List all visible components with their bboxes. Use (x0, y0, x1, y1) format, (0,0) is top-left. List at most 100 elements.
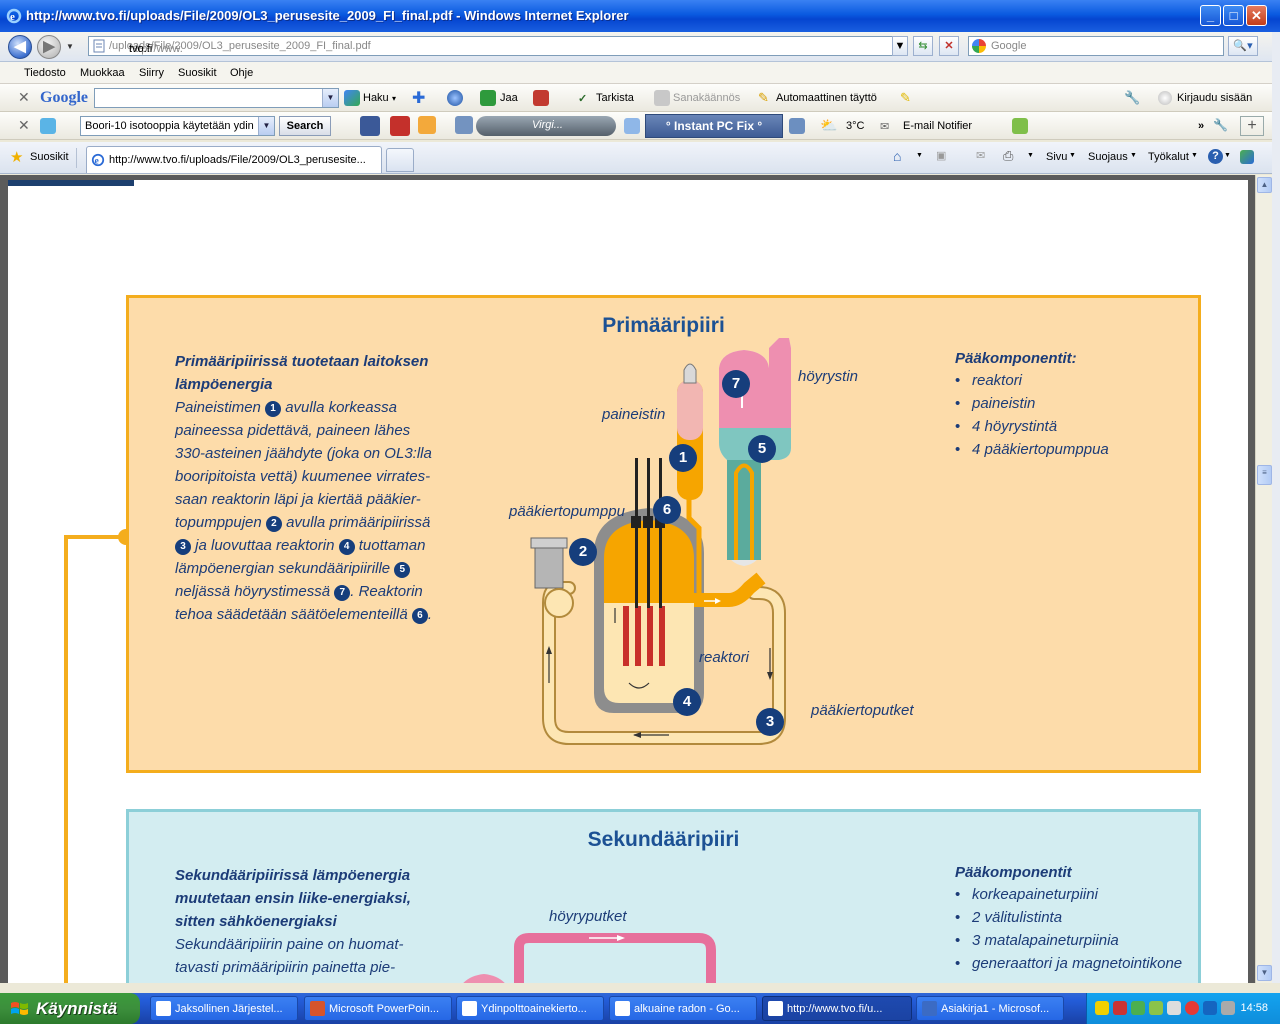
page-menu[interactable]: Sivu (1046, 151, 1067, 163)
taskbar-item-active[interactable]: http://www.tvo.fi/u... (762, 996, 912, 1021)
menu-go[interactable]: Siirry (139, 67, 164, 79)
network-icon[interactable] (1167, 1001, 1181, 1015)
tray-icon[interactable] (1095, 1001, 1109, 1015)
weather-temp[interactable]: 3°C (846, 120, 864, 132)
windows-logo-icon (11, 1002, 28, 1015)
search-input[interactable]: Google (968, 36, 1224, 56)
taskbar-item[interactable]: Microsoft PowerPoin... (304, 996, 452, 1021)
bluetooth-icon[interactable] (1185, 1001, 1199, 1015)
more-chevron-icon[interactable]: » (1198, 120, 1204, 132)
media-icon[interactable] (418, 116, 436, 134)
label-hoyrystin: höyrystin (798, 368, 859, 385)
marker-1: 1 (669, 444, 697, 472)
scroll-thumb[interactable]: ≡ (1257, 465, 1272, 485)
outer-scrollbar[interactable] (1272, 32, 1280, 983)
globe-icon[interactable] (447, 90, 463, 106)
favorites-button[interactable]: Suosikit (30, 151, 69, 163)
window-title: http://www.tvo.fi/uploads/File/2009/OL3_… (26, 8, 629, 23)
safety-menu[interactable]: Suojaus (1088, 151, 1128, 163)
ie-icon (768, 1001, 783, 1016)
mail-icon[interactable]: ✉ (976, 149, 985, 162)
taskbar-item[interactable]: Jaksollinen Järjestel... (150, 996, 298, 1021)
vertical-scrollbar[interactable]: ▲ ≡ ▼ (1255, 175, 1272, 983)
close-toolbar2-icon[interactable]: ✕ (18, 117, 30, 134)
marker-badge: 4 (338, 539, 355, 555)
google-toolbar: ✕ Google ▼ Haku ▾ ✚ Jaa ✓ Tarkista Sanak… (0, 84, 1280, 112)
close-button[interactable]: ✕ (1246, 5, 1267, 26)
translate-icon[interactable] (533, 90, 549, 106)
stop-icon[interactable]: ✕ (939, 36, 959, 56)
favorites-star-icon: ★ (10, 149, 24, 166)
taskbar-item[interactable]: Asiakirja1 - Microsof... (916, 996, 1064, 1021)
forward-button[interactable]: ▶ (37, 35, 61, 59)
wrench-icon[interactable]: 🔧 (1124, 90, 1140, 106)
tools-menu[interactable]: Työkalut (1148, 151, 1189, 163)
jaa-button[interactable]: Jaa (500, 92, 518, 104)
add-toolbar-icon[interactable]: + (1240, 116, 1264, 136)
smiley-icon[interactable] (624, 118, 640, 134)
clock[interactable]: 14:58 (1240, 1002, 1268, 1014)
scroll-up-button[interactable]: ▲ (1257, 177, 1272, 193)
dictionary-icon (654, 90, 670, 106)
tarkista-button[interactable]: Tarkista (596, 92, 634, 104)
feeds-icon[interactable]: ▣ (936, 149, 946, 162)
addon-logo-icon (40, 118, 56, 134)
search-button[interactable]: Search (279, 116, 331, 136)
label-paakiertopumppu: pääkiertopumppu (509, 503, 625, 520)
label-reaktori: reaktori (699, 649, 750, 666)
print-icon[interactable]: ⎙ (1003, 148, 1013, 164)
address-dropdown-icon[interactable]: ▼ (892, 36, 908, 56)
addon-search-field[interactable]: Boori-10 isotooppia käytetään ydin ▼ (80, 116, 275, 136)
email-notifier-button[interactable]: E-mail Notifier (903, 120, 972, 132)
component-item: 4 pääkiertopumppua (955, 441, 1109, 464)
instant-pc-fix-button[interactable]: ° Instant PC Fix ° (645, 114, 783, 138)
tray-icon[interactable] (1203, 1001, 1217, 1015)
primary-circuit-panel: Primääripiiri Primääripiirissä tuotetaan… (126, 295, 1201, 773)
scroll-down-button[interactable]: ▼ (1257, 965, 1272, 981)
tray-icon[interactable] (1131, 1001, 1145, 1015)
plus-icon[interactable]: ✚ (412, 88, 425, 108)
new-tab-button[interactable] (386, 148, 414, 172)
tray-icon[interactable] (1113, 1001, 1127, 1015)
google-search-field[interactable]: ▼ (94, 88, 339, 108)
close-toolbar-icon[interactable]: ✕ (18, 89, 30, 106)
start-button[interactable]: Käynnistä (0, 993, 140, 1024)
taskbar: Käynnistä Jaksollinen Järjestel... Micro… (0, 993, 1280, 1024)
marker-badge: 5 (394, 562, 411, 578)
home-icon[interactable]: ⌂ (893, 148, 901, 164)
research-icon[interactable] (1240, 150, 1254, 164)
minimize-button[interactable]: _ (1200, 5, 1221, 26)
status-bar (0, 983, 1280, 993)
sanakaannos-button[interactable]: Sanakäännös (673, 92, 740, 104)
login-button[interactable]: Kirjaudu sisään (1177, 92, 1252, 104)
volume-icon[interactable] (1221, 1001, 1235, 1015)
taskbar-item[interactable]: alkuaine radon - Go... (609, 996, 757, 1021)
address-input[interactable]: http://www. tvo.fi/uploads/File/2009/OL3_… (88, 36, 908, 56)
addon-icon[interactable] (455, 116, 473, 134)
screenshot-icon[interactable] (789, 118, 805, 134)
help-icon[interactable]: ? (1208, 149, 1223, 164)
menu-favorites[interactable]: Suosikit (178, 67, 217, 79)
addon-green-icon[interactable] (1012, 118, 1028, 134)
marker-3: 3 (756, 708, 784, 736)
search-go-icon[interactable]: 🔍▾ (1228, 36, 1258, 56)
menu-file[interactable]: Tiedosto (24, 67, 66, 79)
toolbar-options-icon[interactable]: 🔧 (1213, 118, 1228, 132)
powerpoint-icon (310, 1001, 325, 1016)
youtube-icon[interactable] (390, 116, 410, 136)
menu-edit[interactable]: Muokkaa (80, 67, 125, 79)
radio-player[interactable]: Virgi... (476, 116, 616, 136)
tray-icon[interactable] (1149, 1001, 1163, 1015)
taskbar-item[interactable]: Ydinpolttoainekierto... (456, 996, 604, 1021)
word-icon (922, 1001, 937, 1016)
haku-button[interactable]: Haku (363, 92, 389, 104)
autofill-button[interactable]: Automaattinen täyttö (776, 92, 877, 104)
back-button[interactable]: ◀ (8, 35, 32, 59)
facebook-icon[interactable] (360, 116, 380, 136)
maximize-button[interactable]: □ (1223, 5, 1244, 26)
tab-active[interactable]: e http://www.tvo.fi/uploads/File/2009/OL… (86, 146, 382, 173)
recent-pages-dropdown-icon[interactable]: ▼ (66, 42, 74, 51)
refresh-icon[interactable]: ⇆ (913, 36, 933, 56)
highlighter-icon[interactable]: ✎ (900, 90, 911, 106)
menu-help[interactable]: Ohje (230, 67, 253, 79)
